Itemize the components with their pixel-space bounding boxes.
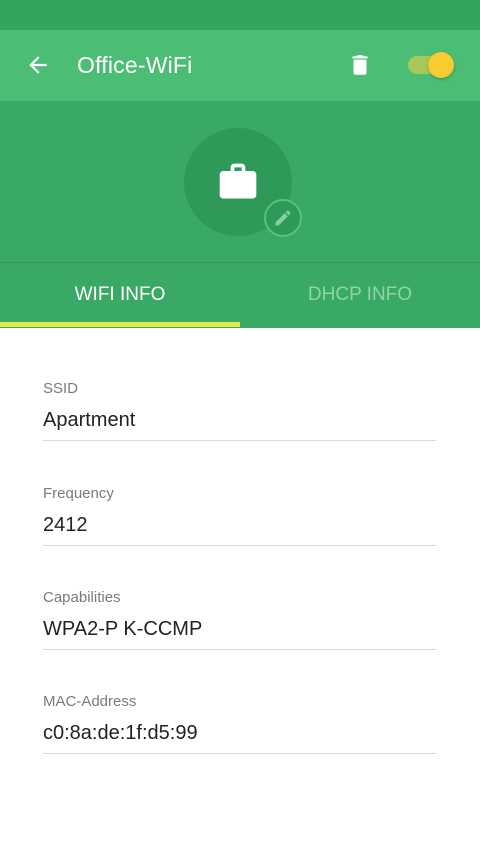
mac-address-label: MAC-Address (43, 693, 137, 710)
ssid-label: SSID (43, 380, 79, 397)
arrow-left-icon (29, 56, 47, 74)
app-toolbar: Office-WiFi (0, 30, 480, 101)
ssid-value[interactable]: Apartment (43, 408, 436, 441)
mac-address-field: MAC-Address c0:8a:de:1f:d5:99 (43, 693, 436, 754)
capabilities-label: Capabilities (43, 589, 121, 606)
mac-address-value[interactable]: c0:8a:de:1f:d5:99 (43, 721, 436, 754)
tab-wifi-info[interactable]: WIFI INFO (0, 263, 240, 327)
tab-indicator (0, 322, 240, 327)
frequency-field: Frequency 2412 (43, 485, 436, 546)
trash-icon (352, 55, 368, 75)
edit-avatar-button[interactable] (264, 199, 302, 237)
tab-dhcp-info[interactable]: DHCP INFO (240, 263, 480, 327)
ssid-field: SSID Apartment (43, 380, 436, 441)
pencil-icon (275, 210, 291, 226)
frequency-label: Frequency (43, 485, 114, 502)
delete-button[interactable] (342, 47, 378, 83)
toggle-thumb (428, 52, 454, 78)
info-tabs: WIFI INFO DHCP INFO (0, 262, 480, 328)
network-title: Office-WiFi (77, 52, 193, 78)
network-enabled-toggle[interactable] (404, 50, 458, 80)
network-header (0, 101, 480, 262)
frequency-value[interactable]: 2412 (43, 513, 436, 546)
capabilities-value[interactable]: WPA2-P K-CCMP (43, 617, 436, 650)
back-button[interactable] (20, 47, 56, 83)
capabilities-field: Capabilities WPA2-P K-CCMP (43, 589, 436, 650)
briefcase-icon (219, 163, 257, 199)
status-bar (0, 0, 480, 30)
